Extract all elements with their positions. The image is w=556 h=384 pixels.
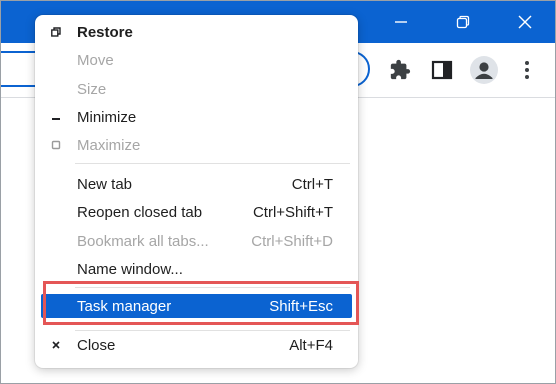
menu-item-label: Reopen closed tab bbox=[77, 203, 203, 221]
menu-item-label: Task manager bbox=[77, 297, 172, 315]
menu-item-size: Size bbox=[41, 76, 352, 102]
menu-item-shortcut: Ctrl+Shift+D bbox=[251, 232, 333, 250]
minimize-window-icon bbox=[395, 20, 407, 23]
menu-item-reopen-closed-tab[interactable]: Reopen closed tab Ctrl+Shift+T bbox=[41, 199, 352, 225]
minimize-icon bbox=[49, 110, 63, 124]
menu-item-minimize[interactable]: Minimize bbox=[41, 104, 352, 130]
minimize-window-button[interactable] bbox=[370, 0, 432, 43]
menu-separator bbox=[75, 287, 350, 288]
close-window-button[interactable] bbox=[494, 0, 556, 43]
close-icon bbox=[49, 338, 63, 352]
menu-item-label: Name window... bbox=[77, 260, 183, 278]
menu-item-label: Restore bbox=[77, 23, 133, 41]
menu-item-task-manager[interactable]: Task manager Shift+Esc bbox=[41, 294, 352, 318]
avatar-icon[interactable] bbox=[470, 56, 498, 84]
three-dot-menu-icon[interactable] bbox=[513, 56, 541, 84]
menu-item-label: New tab bbox=[77, 175, 133, 193]
menu-item-close[interactable]: Close Alt+F4 bbox=[41, 332, 352, 358]
menu-item-label: Maximize bbox=[77, 136, 141, 154]
menu-item-label: Bookmark all tabs... bbox=[77, 232, 209, 250]
restore-window-icon bbox=[456, 15, 470, 28]
maximize-icon bbox=[49, 138, 63, 152]
menu-item-move: Move bbox=[41, 47, 352, 73]
side-panel-icon[interactable] bbox=[428, 56, 456, 84]
menu-item-maximize: Maximize bbox=[41, 132, 352, 158]
menu-item-shortcut: Ctrl+Shift+T bbox=[252, 203, 333, 221]
menu-item-shortcut: Shift+Esc bbox=[269, 297, 333, 315]
menu-separator bbox=[75, 330, 350, 331]
puzzle-icon[interactable] bbox=[386, 56, 414, 84]
close-window-icon bbox=[518, 15, 532, 28]
restore-icon bbox=[49, 25, 63, 39]
menu-item-label: Size bbox=[77, 80, 107, 98]
menu-item-shortcut: Ctrl+T bbox=[291, 175, 333, 193]
window-controls bbox=[370, 0, 556, 43]
menu-item-name-window[interactable]: Name window... bbox=[41, 256, 352, 282]
menu-item-shortcut: Alt+F4 bbox=[289, 336, 333, 354]
menu-item-bookmark-all-tabs: Bookmark all tabs... Ctrl+Shift+D bbox=[41, 228, 352, 254]
menu-separator bbox=[75, 163, 350, 164]
menu-item-restore[interactable]: Restore bbox=[41, 19, 352, 45]
menu-item-label: Move bbox=[77, 51, 114, 69]
restore-window-button[interactable] bbox=[432, 0, 494, 43]
menu-item-new-tab[interactable]: New tab Ctrl+T bbox=[41, 171, 352, 197]
menu-item-label: Close bbox=[77, 336, 116, 354]
window-system-menu: Restore Move Size Minimize Maximize New … bbox=[35, 15, 358, 368]
menu-item-label: Minimize bbox=[77, 108, 137, 126]
